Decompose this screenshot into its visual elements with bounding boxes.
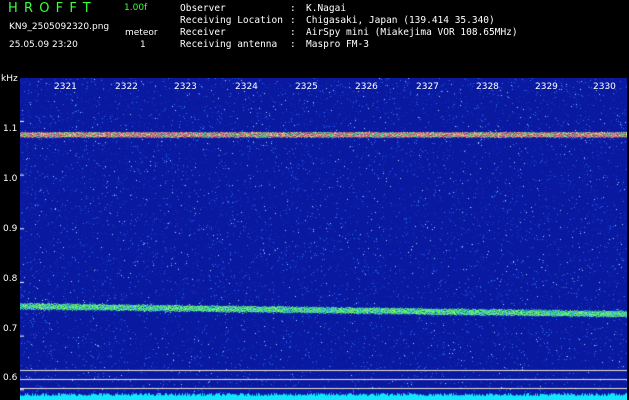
- y-tick-label: 0.9: [3, 224, 18, 234]
- x-tick-label: 2329: [535, 82, 558, 92]
- x-tick-label: 2321: [54, 82, 77, 92]
- info-row-observer: Observer : K.Nagai: [180, 3, 518, 15]
- info-key: Receiver: [180, 27, 226, 38]
- info-separator: :: [290, 3, 296, 14]
- info-key: Observer: [180, 3, 226, 14]
- x-tick-label: 2322: [115, 82, 138, 92]
- x-tick-label: 2326: [355, 82, 378, 92]
- info-separator: :: [290, 39, 296, 50]
- mode-label: meteor: [125, 28, 158, 38]
- y-tick-label: 1.0: [3, 174, 18, 184]
- x-tick-label: 2325: [295, 82, 318, 92]
- info-row-antenna: Receiving antenna : Maspro FM-3: [180, 39, 518, 51]
- y-tick-label: 1.1: [3, 124, 18, 134]
- station-info: Observer : K.Nagai Receiving Location : …: [180, 3, 518, 51]
- y-tick-label: 0.6: [3, 373, 18, 383]
- info-value: Maspro FM-3: [306, 39, 369, 50]
- x-tick-label: 2327: [416, 82, 439, 92]
- x-tick-label: 2324: [235, 82, 258, 92]
- info-row-receiver: Receiver : AirSpy mini (Miakejima VOR 10…: [180, 27, 518, 39]
- info-value: Chigasaki, Japan (139.414 35.340): [306, 15, 495, 26]
- info-value: AirSpy mini (Miakejima VOR 108.65MHz): [306, 27, 518, 38]
- mode-value: 1: [140, 40, 146, 50]
- y-tick-label: 0.7: [3, 324, 18, 334]
- file-name: KN9_2505092320.png: [9, 22, 110, 32]
- info-separator: :: [290, 27, 296, 38]
- x-tick-label: 2330: [593, 82, 616, 92]
- info-row-location: Receiving Location : Chigasaki, Japan (1…: [180, 15, 518, 27]
- info-value: K.Nagai: [306, 3, 347, 14]
- y-axis-unit: kHz: [1, 74, 18, 84]
- y-tick-label: 0.8: [3, 274, 18, 284]
- info-key: Receiving Location: [180, 15, 283, 26]
- hrofft-logo: HROFFT: [8, 1, 97, 16]
- x-tick-label: 2328: [476, 82, 499, 92]
- x-tick-label: 2323: [174, 82, 197, 92]
- info-key: Receiving antenna: [180, 39, 278, 50]
- date-time: 25.05.09 23:20: [9, 40, 78, 50]
- spectrogram-plot: [20, 78, 627, 400]
- info-separator: :: [290, 15, 296, 26]
- version-label: 1.00f: [124, 3, 148, 13]
